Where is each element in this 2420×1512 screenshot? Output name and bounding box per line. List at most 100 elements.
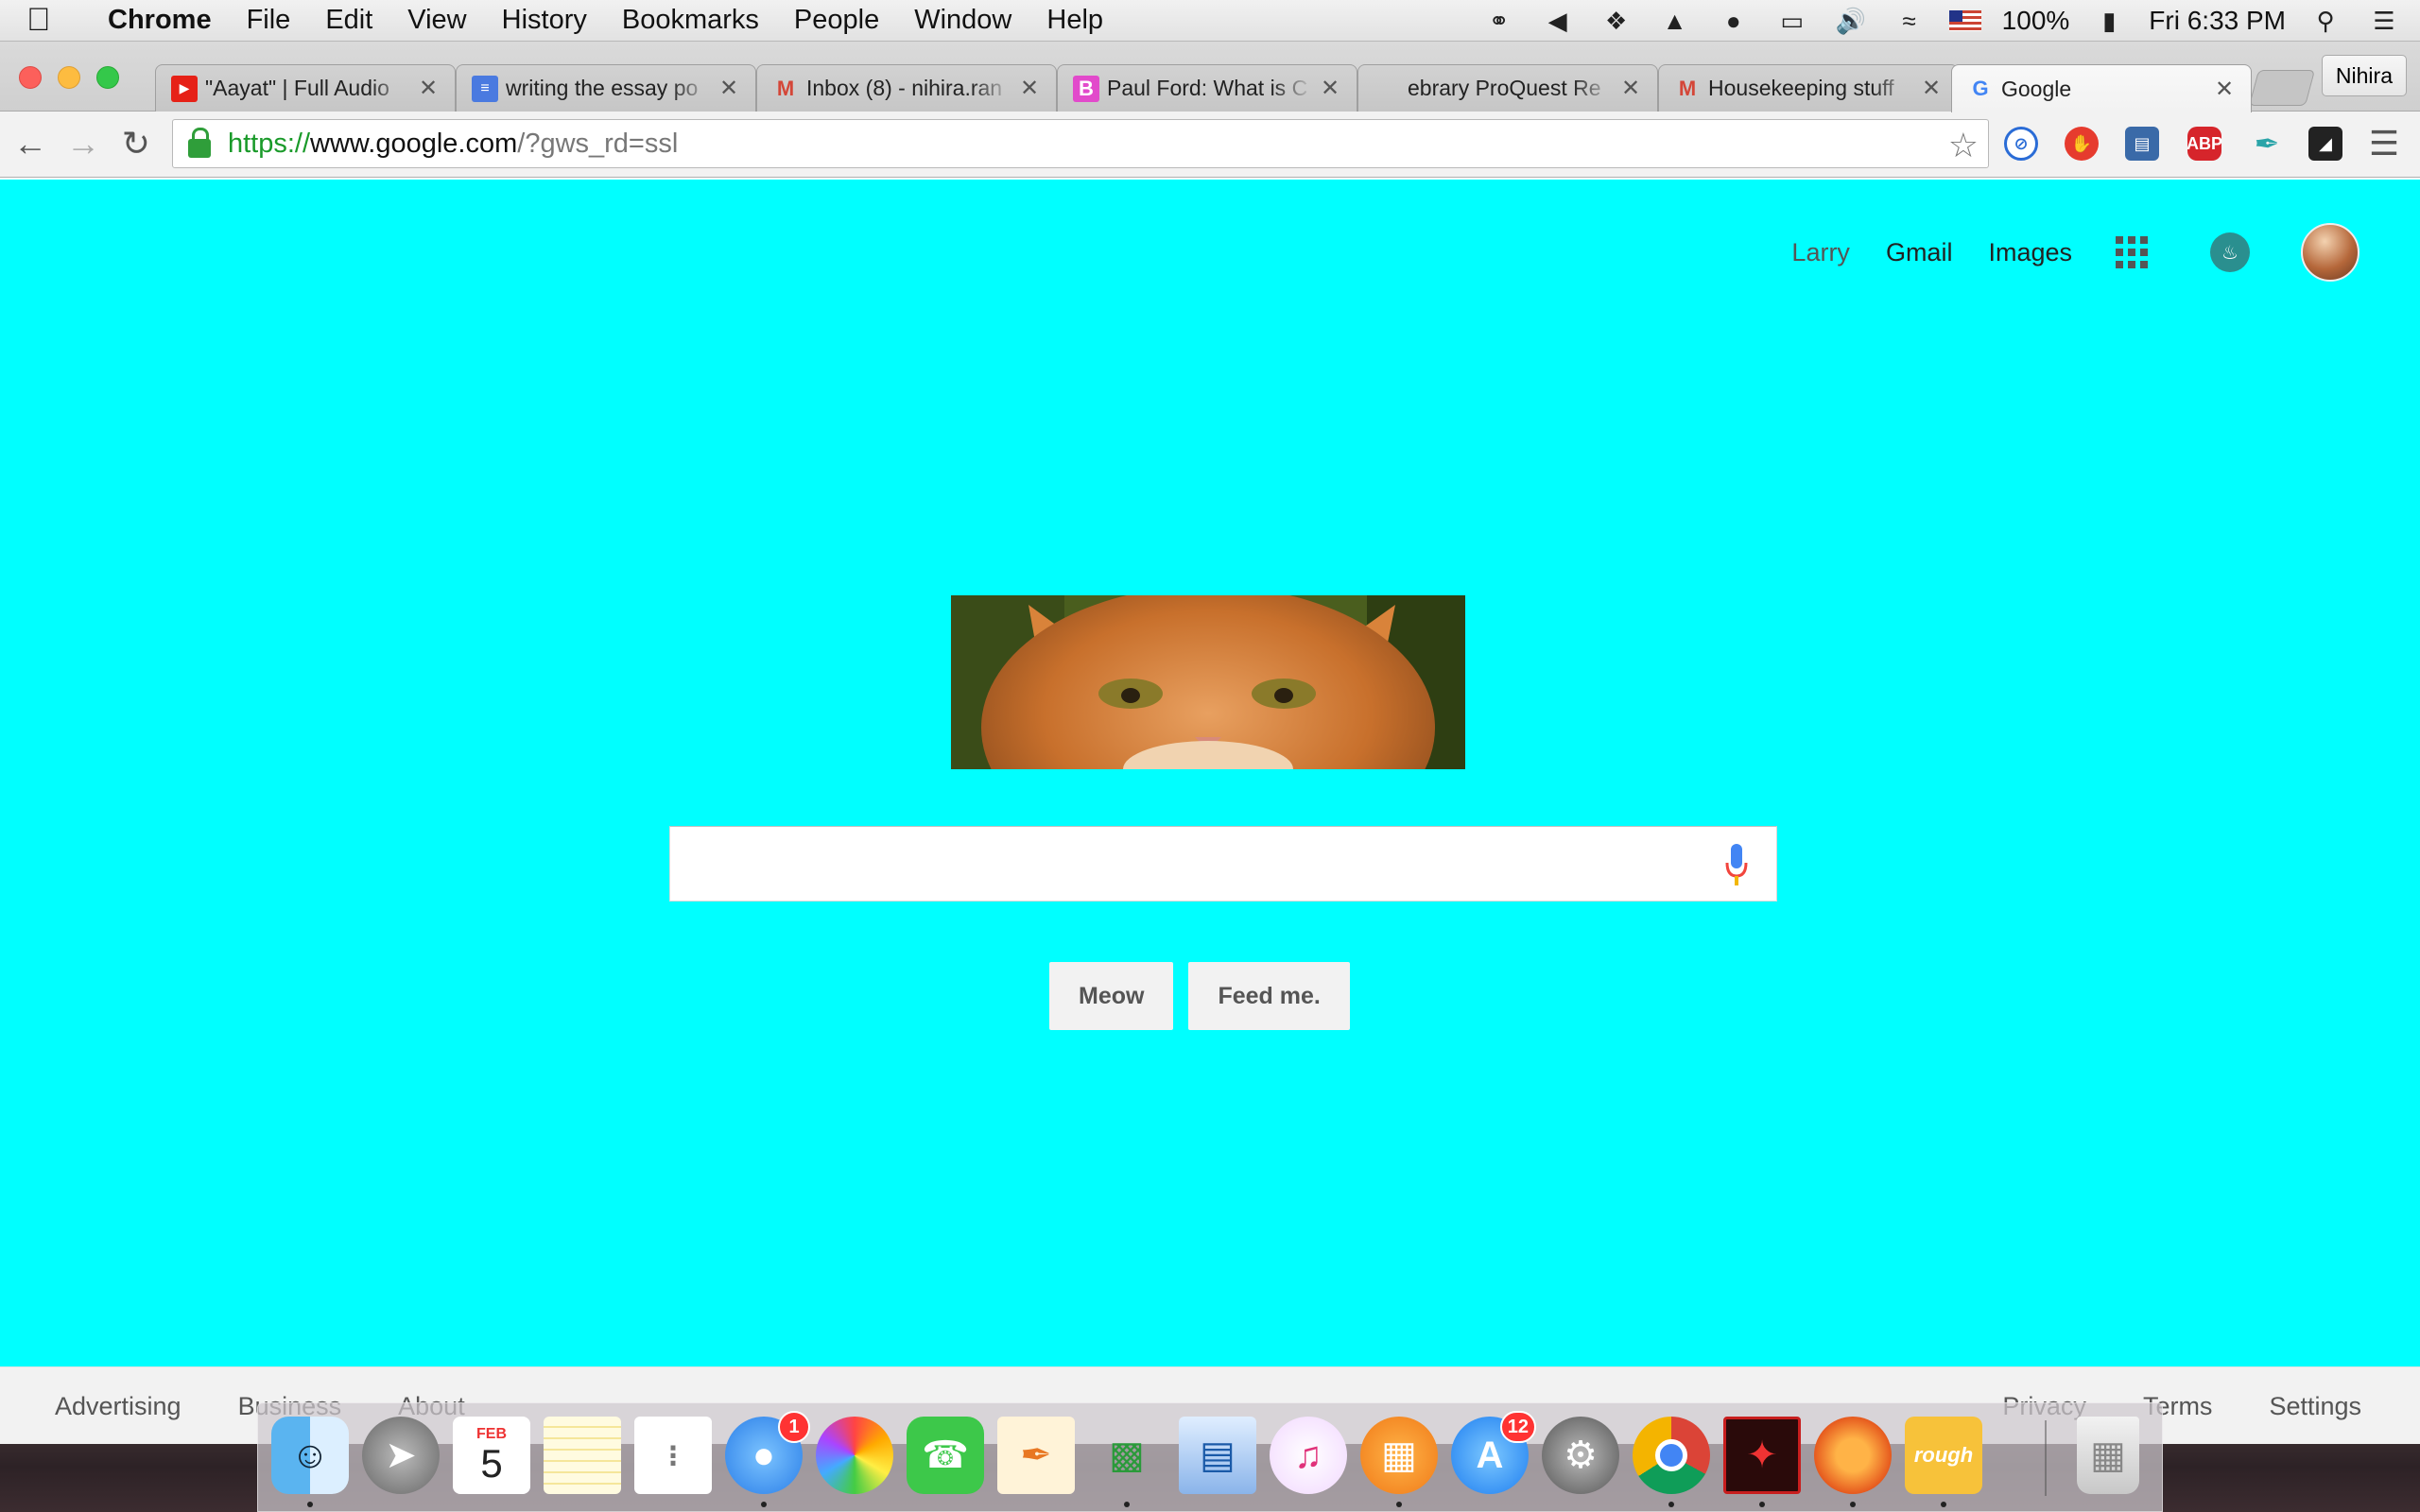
tab-close-icon[interactable]: ✕	[417, 75, 440, 102]
chrome-menu-icon[interactable]: ☰	[2363, 123, 2405, 164]
menu-history[interactable]: History	[502, 5, 587, 36]
url-scheme: https://	[228, 128, 311, 159]
airplay-icon[interactable]: ▭	[1773, 7, 1811, 35]
user-lock-icon[interactable]: ●	[1715, 7, 1753, 35]
calendar-day: 5	[480, 1441, 503, 1486]
window-close-button[interactable]	[19, 66, 42, 89]
itunes-icon[interactable]: ♫	[1270, 1417, 1347, 1494]
timemachine-icon[interactable]: ◀	[1539, 7, 1577, 35]
chrome-icon[interactable]	[1633, 1417, 1710, 1494]
footer-advertising-link[interactable]: Advertising	[55, 1392, 182, 1421]
back-arrow-icon[interactable]: ←	[9, 123, 51, 164]
wifi-icon[interactable]: ≈	[1891, 7, 1928, 35]
blocker-icon[interactable]: ⊘	[2004, 127, 2038, 161]
tab-docs[interactable]: ≡ writing the essay po ✕	[456, 64, 756, 112]
calendar-icon[interactable]: FEB 5	[453, 1417, 530, 1494]
finder-icon[interactable]: ☺	[271, 1417, 349, 1494]
microphone-icon[interactable]	[1725, 844, 1748, 885]
tab-close-icon[interactable]: ✕	[717, 75, 740, 102]
notification-center-icon[interactable]: ☰	[2365, 7, 2403, 35]
tab-ebrary[interactable]: ebrary ProQuest Re ✕	[1357, 64, 1658, 112]
battery-icon[interactable]: ▮	[2090, 7, 2128, 35]
messages-badge: 1	[778, 1411, 810, 1443]
url-host: www.google.com	[310, 128, 518, 159]
clip-icon[interactable]: ◢	[2308, 127, 2342, 161]
acrobat-icon[interactable]: ✦	[1723, 1417, 1801, 1494]
firefox-icon[interactable]	[1814, 1417, 1892, 1494]
input-source-flag-icon[interactable]	[1948, 10, 1981, 31]
menu-app-name[interactable]: Chrome	[108, 5, 212, 36]
menu-view[interactable]: View	[407, 5, 466, 36]
notes-icon[interactable]	[544, 1417, 621, 1494]
images-link[interactable]: Images	[1988, 238, 2072, 267]
tab-gmail-inbox[interactable]: M Inbox (8) - nihira.ran ✕	[756, 64, 1057, 112]
keynote-icon[interactable]: ▤	[1179, 1417, 1256, 1494]
menu-bookmarks[interactable]: Bookmarks	[622, 5, 759, 36]
tab-close-icon[interactable]: ✕	[1619, 75, 1642, 102]
dropbox-icon[interactable]: ❖	[1598, 7, 1635, 35]
tab-close-icon[interactable]: ✕	[1018, 75, 1041, 102]
creative-cloud-icon[interactable]: ⚭	[1480, 7, 1518, 35]
account-avatar[interactable]	[2301, 223, 2360, 282]
menubar-clock[interactable]: Fri 6:33 PM	[2149, 6, 2286, 36]
system-preferences-icon[interactable]: ⚙	[1542, 1417, 1619, 1494]
app-store-icon[interactable]: A 12	[1451, 1411, 1536, 1494]
profile-button[interactable]: Nihira	[2321, 55, 2407, 96]
window-zoom-button[interactable]	[96, 66, 119, 89]
reminders-icon[interactable]: ⋮	[634, 1417, 712, 1494]
apple-menu-icon[interactable]: 	[26, 2, 78, 39]
spotlight-search-icon[interactable]: ⚲	[2307, 7, 2344, 35]
feed-me-button[interactable]: Feed me.	[1188, 962, 1350, 1030]
tab-close-icon[interactable]: ✕	[1920, 75, 1943, 102]
rough-draft-icon[interactable]: rough	[1905, 1417, 1982, 1494]
tab-youtube[interactable]: ▶ "Aayat" | Full Audio ✕	[155, 64, 456, 112]
launchpad-icon[interactable]: ➤	[362, 1417, 440, 1494]
tab-google[interactable]: G Google ✕	[1951, 64, 2252, 112]
menu-edit[interactable]: Edit	[325, 5, 372, 36]
messages-icon[interactable]: ● 1	[725, 1411, 810, 1494]
pages-icon[interactable]: ✒	[997, 1417, 1075, 1494]
google-icon: G	[1972, 77, 1989, 100]
meow-search-button[interactable]: Meow	[1049, 962, 1174, 1030]
new-tab-button[interactable]	[2248, 70, 2316, 106]
google-homepage: Larry Gmail Images ♨ Meow Feed me. Adver…	[0, 180, 2420, 1444]
bookmark-star-icon[interactable]: ☆	[1948, 126, 1979, 165]
ibooks-icon[interactable]: ▦	[1360, 1417, 1438, 1494]
dock-running-indicator	[761, 1502, 767, 1507]
footer-settings-link[interactable]: Settings	[2269, 1392, 2361, 1421]
gmail-link[interactable]: Gmail	[1886, 238, 1953, 267]
tab-gmail-housekeeping[interactable]: M Housekeeping stuff ✕	[1658, 64, 1959, 112]
chrome-window: ▶ "Aayat" | Full Audio ✕ ≡ writing the e…	[0, 42, 2420, 1444]
address-bar[interactable]: https:// www.google.com /?gws_rd=ssl ☆	[172, 119, 1989, 168]
window-minimize-button[interactable]	[58, 66, 80, 89]
tab-bloomberg[interactable]: B Paul Ford: What is C ✕	[1057, 64, 1357, 112]
tab-close-icon[interactable]: ✕	[1319, 75, 1341, 102]
docs-icon: ≡	[472, 75, 498, 102]
adblock-plus-icon[interactable]: ABP	[2187, 127, 2222, 161]
menu-window[interactable]: Window	[914, 5, 1011, 36]
forward-arrow-icon[interactable]: →	[62, 123, 104, 164]
photos-icon[interactable]	[816, 1417, 893, 1494]
google-drive-icon[interactable]: ▲	[1656, 7, 1694, 35]
volume-icon[interactable]: 🔊	[1832, 7, 1870, 35]
menu-help[interactable]: Help	[1046, 5, 1103, 36]
eyedropper-icon[interactable]: ✒	[2250, 127, 2284, 161]
battery-percent[interactable]: 100%	[2002, 6, 2070, 36]
book-icon[interactable]: ▤	[2125, 127, 2159, 161]
apps-grid-icon[interactable]	[2116, 236, 2148, 268]
gmail-icon: M	[1678, 76, 1697, 100]
reload-icon[interactable]: ↻	[115, 123, 157, 164]
user-name-link[interactable]: Larry	[1791, 238, 1850, 267]
dock-running-indicator	[1850, 1502, 1856, 1507]
tab-close-icon[interactable]: ✕	[2213, 76, 2236, 103]
notifications-bell-icon[interactable]: ♨	[2210, 232, 2250, 272]
menu-file[interactable]: File	[247, 5, 291, 36]
numbers-icon[interactable]: ▩	[1088, 1417, 1166, 1494]
trash-icon[interactable]: ▦	[2077, 1417, 2139, 1494]
facetime-icon[interactable]: ☎	[907, 1417, 984, 1494]
gmail-icon: M	[776, 76, 795, 100]
hand-stop-icon[interactable]: ✋	[2065, 127, 2099, 161]
tab-title: writing the essay po	[506, 76, 699, 100]
search-input[interactable]	[669, 826, 1777, 902]
menu-people[interactable]: People	[794, 5, 879, 36]
